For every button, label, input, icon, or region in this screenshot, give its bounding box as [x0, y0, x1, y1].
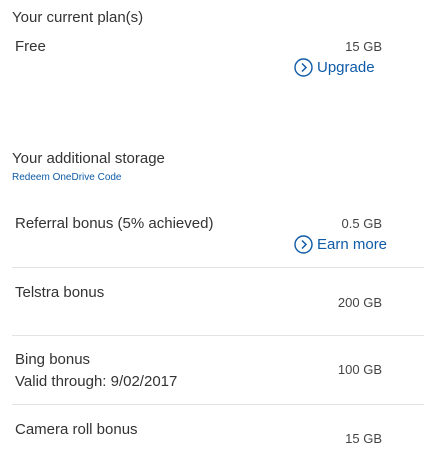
upgrade-link[interactable]: Upgrade [294, 58, 375, 77]
row-amount: 0.5 GB [341, 216, 382, 231]
row-amount: 200 GB [337, 295, 382, 310]
row-amount: 100 GB [337, 362, 382, 377]
earn-more-label: Earn more [317, 236, 388, 253]
plan-name: Free [15, 38, 46, 55]
row-label: Bing bonus [15, 351, 91, 368]
current-plan-heading: Your current plan(s) [12, 9, 144, 26]
additional-storage-heading: Your additional storage [12, 150, 165, 167]
row-sub-label: Valid through: 9/02/2017 [15, 373, 178, 390]
chevron-right-circle-icon [294, 58, 313, 77]
earn-more-link[interactable]: Earn more [294, 235, 387, 254]
row-amount: 15 GB [345, 431, 382, 446]
divider [12, 335, 424, 336]
storage-page: Your current plan(s) Free 15 GB Upgrade … [0, 0, 424, 467]
row-label: Camera roll bonus [15, 421, 138, 438]
plan-amount: 15 GB [345, 39, 382, 54]
divider [12, 267, 424, 268]
upgrade-label: Upgrade [317, 59, 375, 76]
row-label: Referral bonus (5% achieved) [15, 215, 214, 232]
chevron-right-circle-icon [294, 235, 313, 254]
row-label: Telstra bonus [15, 284, 105, 301]
redeem-code-link[interactable]: Redeem OneDrive Code [12, 172, 122, 183]
divider [12, 404, 424, 405]
